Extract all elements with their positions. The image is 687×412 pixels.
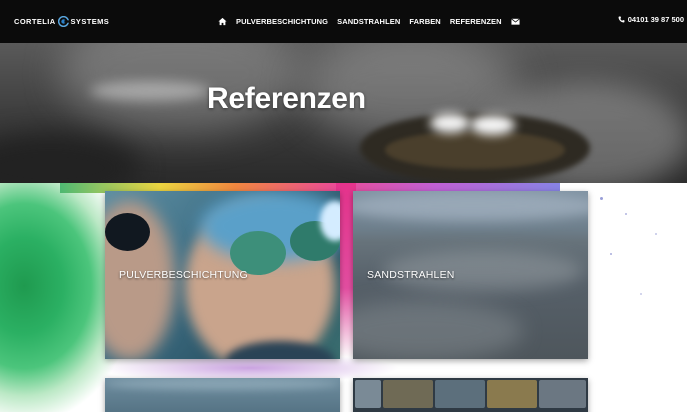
phone-link[interactable]: 04101 39 87 500 (618, 14, 684, 24)
card-photo-shape (487, 380, 537, 408)
page-title: Referenzen (207, 82, 366, 115)
card-photo-shape (435, 380, 485, 408)
top-navbar: CORTELIA SYSTEMS PULVERBESCHICHTUNG SAND… (0, 0, 687, 43)
hero-bg-shape (385, 131, 565, 169)
card-reference-4[interactable] (353, 378, 588, 412)
card-label: PULVERBESCHICHTUNG (119, 269, 248, 281)
paint-speck (625, 213, 627, 215)
nav-home[interactable] (218, 17, 227, 26)
card-pulverbeschichtung[interactable]: PULVERBESCHICHTUNG (105, 191, 340, 359)
card-label: SANDSTRAHLEN (367, 269, 455, 281)
card-photo-shape (353, 301, 523, 359)
card-photo-shape (355, 380, 381, 408)
phone-icon (618, 16, 625, 22)
paint-speck (640, 293, 642, 295)
card-photo-shape (105, 213, 150, 251)
hero-bg-shape (470, 115, 515, 135)
paint-speck (610, 253, 612, 255)
card-photo-shape (353, 191, 588, 221)
phone-number: 04101 39 87 500 (627, 14, 684, 24)
paint-speck (600, 197, 603, 200)
hero-bg-shape (430, 113, 470, 133)
paint-speck (655, 233, 657, 235)
brand-logo[interactable]: CORTELIA SYSTEMS (14, 14, 109, 28)
brand-name-right: SYSTEMS (70, 16, 110, 26)
card-photo-shape (539, 380, 586, 408)
card-photo-shape (383, 380, 433, 408)
nav-item-sandstrahlen[interactable]: SANDSTRAHLEN (337, 17, 400, 26)
nav-item-referenzen[interactable]: REFERENZEN (450, 17, 502, 26)
hero-bg-shape (90, 81, 210, 101)
nav-contact[interactable] (510, 17, 520, 26)
nav-item-pulverbeschichtung[interactable]: PULVERBESCHICHTUNG (236, 17, 328, 26)
card-reference-3[interactable] (105, 378, 340, 412)
hero-bg-shape (0, 133, 140, 183)
card-photo-shape (105, 378, 340, 390)
brand-name-left: CORTELIA (14, 16, 56, 26)
nav-item-farben[interactable]: FARBEN (409, 17, 440, 26)
logo-c-icon (57, 15, 69, 27)
main-nav: PULVERBESCHICHTUNG SANDSTRAHLEN FARBEN R… (218, 0, 520, 43)
home-icon (218, 17, 227, 26)
hero-banner: Referenzen (0, 43, 687, 183)
envelope-icon (510, 18, 520, 25)
references-section: PULVERBESCHICHTUNG SANDSTRAHLEN (0, 183, 687, 412)
card-sandstrahlen[interactable]: SANDSTRAHLEN (353, 191, 588, 359)
